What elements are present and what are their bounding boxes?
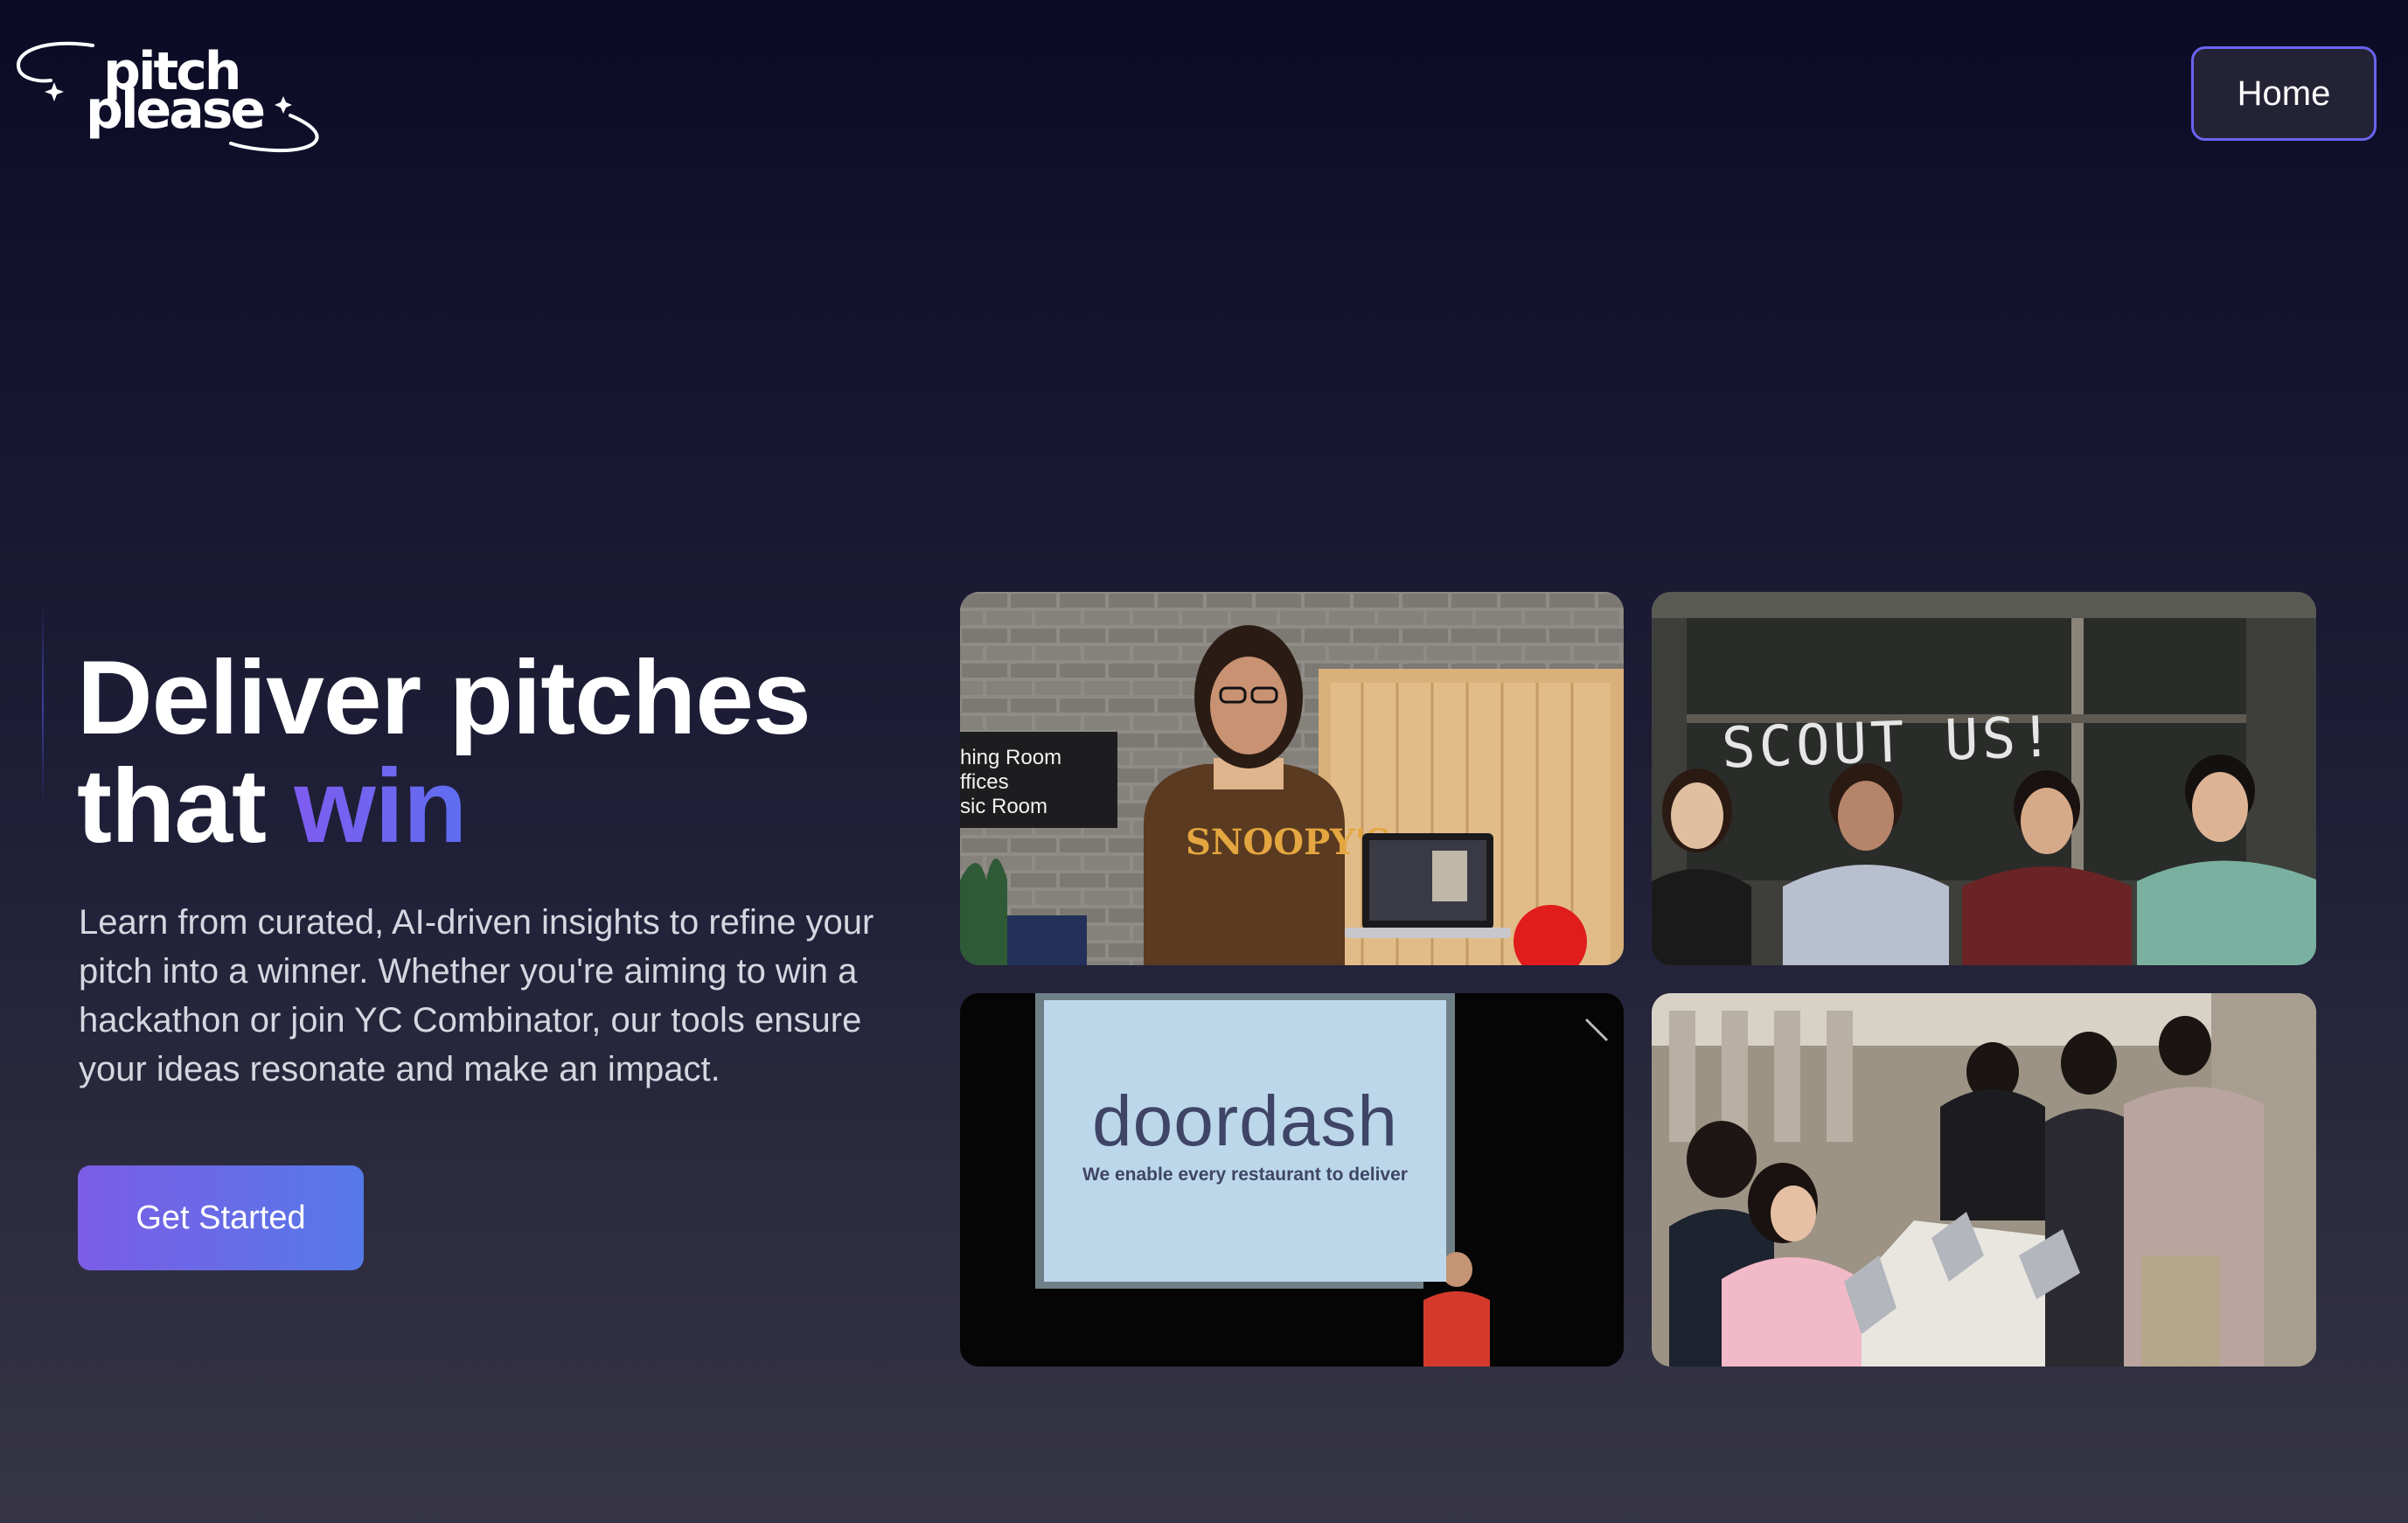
logo[interactable]: pitch please bbox=[12, 38, 327, 157]
chalkboard-text: SCOUT US! bbox=[1720, 705, 2057, 782]
hero-title-line2: that bbox=[77, 748, 295, 865]
hero-description: Learn from curated, AI-driven insights t… bbox=[79, 903, 874, 1088]
svg-text:SNOOPY'S: SNOOPY'S bbox=[1186, 822, 1391, 863]
hero-title-accent: win bbox=[294, 748, 467, 865]
slide-subtitle: We enable every restaurant to deliver bbox=[1082, 1165, 1408, 1185]
room-sign: hing Room ffices sic Room bbox=[960, 746, 1061, 819]
get-started-button[interactable]: Get Started bbox=[78, 1165, 364, 1270]
room-sign-line: sic Room bbox=[960, 795, 1048, 818]
accent-divider bbox=[42, 602, 44, 808]
home-button[interactable]: Home bbox=[2191, 46, 2377, 141]
room-sign-line: hing Room bbox=[960, 746, 1062, 769]
hackathon-photo-image bbox=[1652, 993, 2316, 1367]
gallery-photo-presenter: SNOOPY'S hing Room ffices sic Room bbox=[960, 592, 1624, 965]
gallery-photo-doordash-slide: doordash We enable every restaurant to d… bbox=[960, 993, 1624, 1367]
hero-title-line1: Deliver pitches bbox=[77, 639, 811, 756]
slide-title: doordash bbox=[1092, 1081, 1398, 1161]
hero-title: Deliver pitches that win bbox=[77, 643, 811, 860]
room-sign-line: ffices bbox=[960, 770, 1009, 794]
gallery-photo-hackathon-hall bbox=[1652, 993, 2316, 1367]
presentation-slide: doordash We enable every restaurant to d… bbox=[1044, 1000, 1446, 1282]
gallery-photo-team: SCOUT US! bbox=[1652, 592, 2316, 965]
logo-word-please: please bbox=[86, 80, 266, 141]
